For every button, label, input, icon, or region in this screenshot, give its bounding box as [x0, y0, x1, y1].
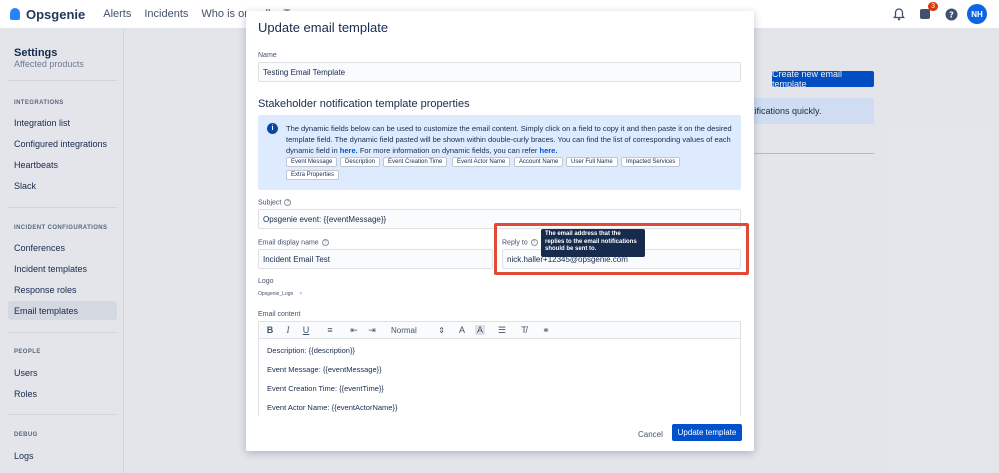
subject-label: Subject? — [258, 199, 292, 207]
italic-icon[interactable]: I — [283, 325, 293, 335]
svg-text:?: ? — [949, 10, 954, 19]
logo-file: Opsgenie_Logo × — [258, 291, 302, 297]
logo-label: Logo — [258, 278, 274, 285]
nav-incidents[interactable]: Incidents — [144, 8, 188, 20]
format-select-value: Normal — [391, 325, 417, 335]
bullet-list-icon[interactable]: ≡ — [325, 325, 335, 335]
section-title: Stakeholder notification template proper… — [258, 98, 470, 110]
content-label: Email content — [258, 311, 301, 318]
display-name-label-text: Email display name — [258, 239, 319, 247]
highlight-icon[interactable]: A — [475, 325, 485, 335]
chip-event-message[interactable]: Event Message — [286, 157, 338, 167]
chip-extra-properties[interactable]: Extra Properties — [286, 170, 340, 180]
modal-footer: Cancel Update template — [246, 416, 754, 451]
outdent-icon[interactable]: ⇤ — [349, 325, 359, 336]
update-template-button[interactable]: Update template — [672, 424, 742, 441]
chip-description[interactable]: Description — [340, 157, 381, 167]
info-icon: i — [267, 123, 278, 134]
values-link[interactable]: here. — [340, 146, 358, 155]
format-select[interactable]: Normal ⇕ — [391, 326, 445, 335]
help-icon[interactable]: ? — [941, 4, 961, 24]
app-name: Opsgenie — [26, 6, 86, 22]
dynamic-fields-link[interactable]: here. — [540, 146, 558, 155]
chevron-down-icon: ⇕ — [438, 325, 445, 335]
content-line: Event Message: {{eventMessage}} — [267, 365, 382, 374]
email-content-editor[interactable]: Description: {{description}} Event Messa… — [258, 339, 741, 419]
info-text: The dynamic fields below can be used to … — [286, 123, 732, 156]
user-avatar[interactable]: NH — [967, 4, 987, 24]
display-name-label: Email display name? — [258, 239, 329, 246]
align-icon[interactable]: ☰ — [497, 325, 507, 336]
name-field[interactable]: Testing Email Template — [258, 62, 741, 82]
subject-label-text: Subject — [258, 199, 282, 207]
bell-icon[interactable] — [889, 4, 909, 24]
remove-logo-icon[interactable]: × — [299, 291, 302, 297]
opsgenie-logo-icon — [10, 8, 20, 20]
content-line: Event Creation Time: {{eventTime}} — [267, 384, 384, 393]
underline-icon[interactable]: U — [301, 325, 311, 335]
text-color-icon[interactable]: A — [457, 325, 467, 335]
modal-title: Update email template — [258, 20, 389, 35]
top-icons: 3 ? NH — [889, 2, 987, 24]
logo-file-name: Opsgenie_Logo — [258, 291, 294, 297]
notifications-icon[interactable]: 3 — [915, 2, 938, 24]
cancel-button[interactable]: Cancel — [632, 426, 669, 443]
reply-to-tooltip: The email address that the replies to th… — [541, 229, 645, 257]
chip-user-full-name[interactable]: User Full Name — [566, 157, 618, 167]
bold-icon[interactable]: B — [265, 325, 275, 335]
info-text-2: For more information on dynamic fields, … — [359, 146, 538, 155]
nav-alerts[interactable]: Alerts — [103, 8, 131, 20]
notification-badge: 3 — [928, 2, 938, 11]
content-line: Description: {{description}} — [267, 346, 355, 355]
display-name-field[interactable]: Incident Email Test — [258, 249, 493, 269]
help-icon[interactable]: ? — [284, 199, 292, 206]
clear-format-icon[interactable]: T̸ — [519, 325, 529, 335]
chip-account-name[interactable]: Account Name — [514, 157, 564, 167]
name-label: Name — [258, 52, 277, 59]
opsgenie-logo[interactable]: Opsgenie — [10, 7, 85, 22]
chip-impacted-services[interactable]: Impacted Services — [621, 157, 681, 167]
editor-toolbar: B I U ≡ ⇤ ⇥ Normal ⇕ A A ☰ T̸ ⚭ — [258, 321, 741, 339]
indent-icon[interactable]: ⇥ — [367, 325, 377, 336]
content-line: Event Actor Name: {{eventActorName}} — [267, 403, 398, 412]
help-icon[interactable]: ? — [321, 239, 329, 246]
chip-event-creation-time[interactable]: Event Creation Time — [383, 157, 448, 167]
chip-event-actor-name[interactable]: Event Actor Name — [452, 157, 511, 167]
link-icon[interactable]: ⚭ — [541, 325, 551, 336]
